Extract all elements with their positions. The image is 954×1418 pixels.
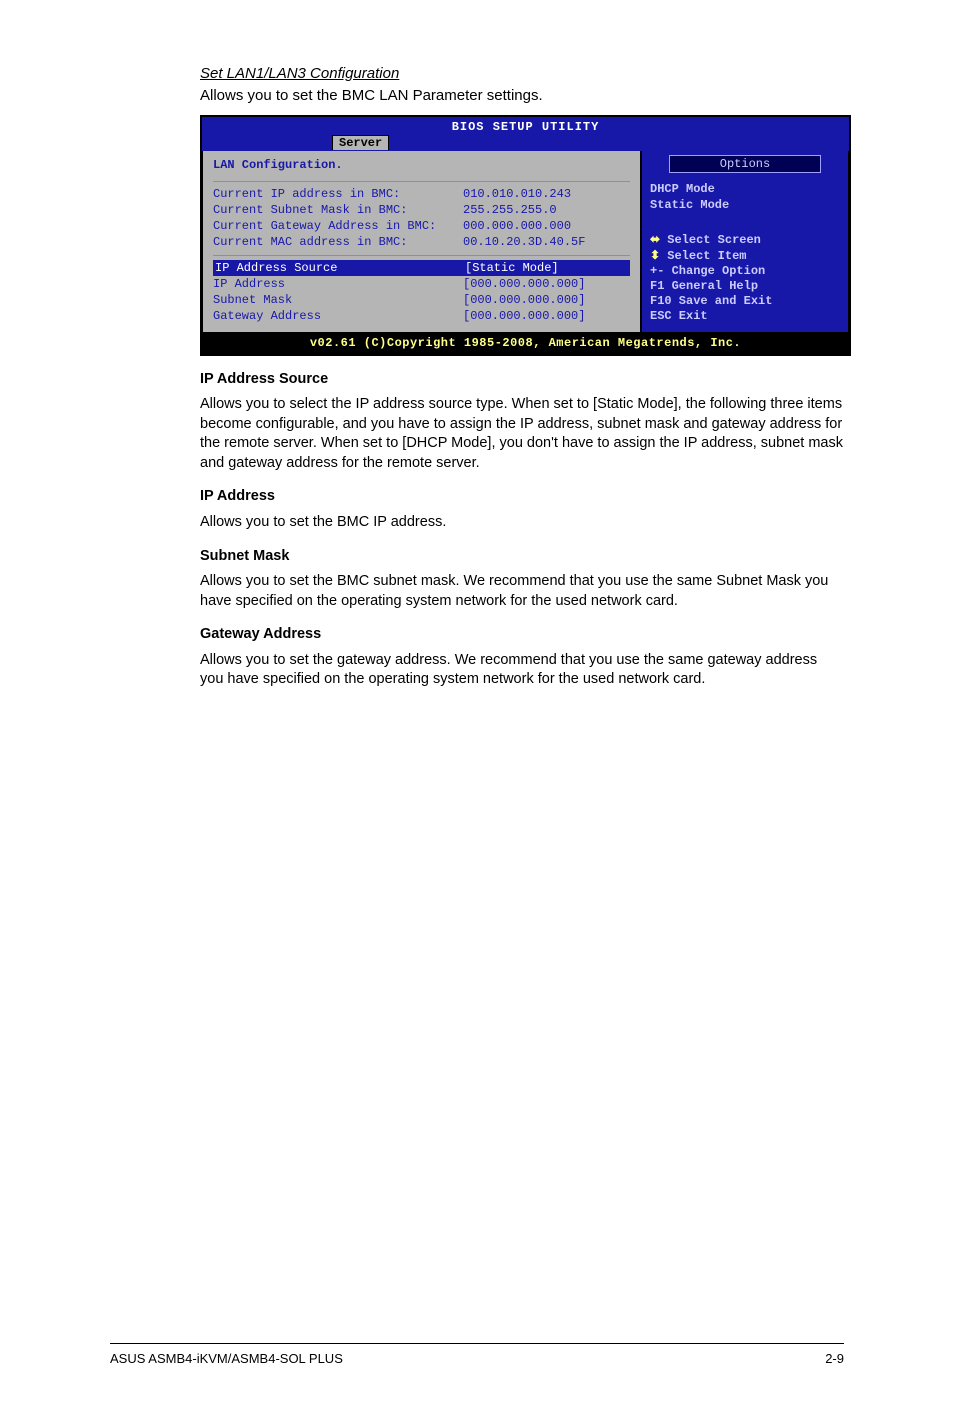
- label-ip: IP Address: [213, 276, 463, 292]
- value-cur-gw: 000.000.000.000: [463, 218, 630, 234]
- bios-tab-server: Server: [332, 135, 389, 150]
- help-change-option: +- Change Option: [650, 264, 840, 279]
- arrow-up-down-icon: ⬍: [650, 248, 660, 262]
- label-cur-gw: Current Gateway Address in BMC:: [213, 218, 463, 234]
- value-subnet: [000.000.000.000]: [463, 292, 630, 308]
- options-title: Options: [669, 155, 821, 173]
- field-row-selected: IP Address Source [Static Mode]: [213, 260, 630, 276]
- label-cur-subnet: Current Subnet Mask in BMC:: [213, 202, 463, 218]
- field-row: Current Subnet Mask in BMC: 255.255.255.…: [213, 202, 630, 218]
- field-row: Gateway Address [000.000.000.000]: [213, 308, 630, 324]
- bios-status-bar: v02.61 (C)Copyright 1985-2008, American …: [202, 333, 849, 353]
- section-subtitle: Allows you to set the BMC LAN Parameter …: [200, 86, 844, 106]
- para-title-gateway: Gateway Address: [200, 625, 844, 645]
- label-ip-source: IP Address Source: [215, 260, 465, 276]
- value-cur-ip: 010.010.010.243: [463, 186, 630, 202]
- bios-screenshot: BIOS SETUP UTILITY Server LAN Configurat…: [200, 115, 851, 356]
- help-save-exit: F10 Save and Exit: [650, 294, 840, 309]
- help-esc-exit: ESC Exit: [650, 309, 840, 324]
- arrow-left-right-icon: ⬌: [650, 232, 660, 246]
- para-title-subnet: Subnet Mask: [200, 547, 844, 567]
- para-body-gateway: Allows you to set the gateway address. W…: [200, 651, 844, 690]
- help-general-help: F1 General Help: [650, 279, 840, 294]
- para-body-subnet: Allows you to set the BMC subnet mask. W…: [200, 572, 844, 611]
- section-title: Set LAN1/LAN3 Configuration: [200, 64, 844, 84]
- help-select-item: ⬍ Select Item: [650, 248, 840, 264]
- value-gateway: [000.000.000.000]: [463, 308, 630, 324]
- field-row: Current Gateway Address in BMC: 000.000.…: [213, 218, 630, 234]
- bios-screen-title: LAN Configuration.: [213, 155, 630, 177]
- divider: [213, 255, 630, 256]
- label-subnet: Subnet Mask: [213, 292, 463, 308]
- field-row: Subnet Mask [000.000.000.000]: [213, 292, 630, 308]
- value-ip: [000.000.000.000]: [463, 276, 630, 292]
- value-ip-source: [Static Mode]: [465, 260, 630, 276]
- label-gateway: Gateway Address: [213, 308, 463, 324]
- para-title-ip: IP Address: [200, 487, 844, 507]
- value-cur-mac: 00.10.20.3D.40.5F: [463, 234, 630, 250]
- value-cur-subnet: 255.255.255.0: [463, 202, 630, 218]
- footer-left: ASUS ASMB4-iKVM/ASMB4-SOL PLUS: [110, 1350, 343, 1368]
- para-body-ip-source: Allows you to select the IP address sour…: [200, 395, 844, 473]
- option-static: Static Mode: [650, 197, 840, 213]
- para-body-ip: Allows you to set the BMC IP address.: [200, 513, 844, 533]
- divider: [213, 181, 630, 182]
- help-select-screen: ⬌ Select Screen: [650, 232, 840, 248]
- para-title-ip-source: IP Address Source: [200, 370, 844, 390]
- footer-right: 2-9: [825, 1350, 844, 1368]
- label-cur-ip: Current IP address in BMC:: [213, 186, 463, 202]
- field-row: Current MAC address in BMC: 00.10.20.3D.…: [213, 234, 630, 250]
- field-row: IP Address [000.000.000.000]: [213, 276, 630, 292]
- bios-title: BIOS SETUP UTILITY: [202, 117, 849, 135]
- field-row: Current IP address in BMC: 010.010.010.2…: [213, 186, 630, 202]
- label-cur-mac: Current MAC address in BMC:: [213, 234, 463, 250]
- option-dhcp: DHCP Mode: [650, 181, 840, 197]
